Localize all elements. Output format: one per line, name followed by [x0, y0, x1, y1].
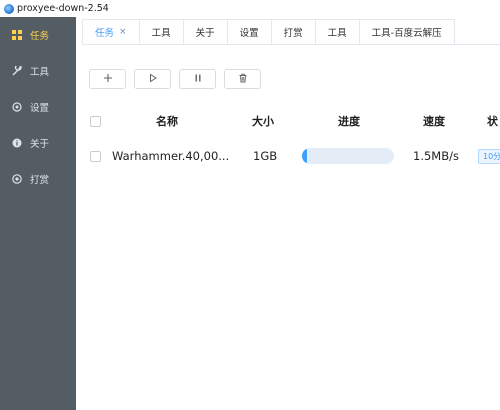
select-all-checkbox[interactable] [90, 110, 101, 132]
sidebar-item-tasks[interactable]: 任务 [0, 17, 76, 53]
close-icon[interactable]: × [119, 27, 127, 37]
column-header-progress: 进度 [338, 115, 360, 128]
tab-label: 打赏 [283, 28, 303, 39]
task-size: 1GB [253, 149, 278, 163]
task-speed: 1.5MB/s [413, 149, 459, 163]
tab-bar: 任务 × 工具 关于 设置 打赏 工具 工具-百度云解压 [82, 19, 455, 45]
pause-icon [193, 73, 203, 86]
table-row[interactable]: Warhammer.40,00... 1GB 1.5MB/s 10分 [82, 145, 500, 167]
play-icon [148, 73, 158, 86]
tab-about[interactable]: 关于 [183, 20, 228, 44]
tab-label: 关于 [195, 28, 215, 39]
sidebar-item-label: 工具 [30, 67, 50, 78]
trash-icon [238, 73, 248, 86]
sidebar-item-settings[interactable]: 设置 [0, 89, 76, 125]
grid-icon [12, 30, 22, 40]
column-header-status: 状 [487, 115, 498, 128]
tab-tools[interactable]: 工具 [139, 20, 184, 44]
circle-dot-icon [12, 174, 22, 184]
tab-tools-2[interactable]: 工具 [315, 20, 360, 44]
tab-label: 工具-百度云解压 [371, 28, 442, 39]
app-logo-icon [4, 3, 14, 14]
toolbar [89, 69, 261, 89]
tab-label: 工具 [151, 28, 171, 39]
sidebar-item-label: 打赏 [30, 175, 50, 186]
plus-icon [103, 73, 113, 86]
checkbox[interactable] [90, 115, 101, 127]
checkbox[interactable] [90, 150, 101, 162]
sidebar-item-label: 任务 [30, 31, 50, 42]
tab-label: 工具 [327, 28, 347, 39]
sidebar-item-label: 设置 [30, 103, 50, 114]
add-button[interactable] [89, 69, 126, 89]
task-status-cell: 10分 [478, 145, 500, 167]
sidebar-item-label: 关于 [30, 139, 50, 150]
wrench-icon [12, 66, 22, 76]
tab-divider [82, 44, 500, 45]
window-titlebar: proxyee-down-2.54 [0, 0, 500, 17]
row-checkbox-cell[interactable] [90, 145, 101, 167]
sidebar: 任务 工具 设置 关于 打赏 [0, 17, 76, 410]
sidebar-item-about[interactable]: 关于 [0, 125, 76, 161]
tab-label: 任务 [95, 27, 115, 39]
tab-donate[interactable]: 打赏 [271, 20, 316, 44]
task-name: Warhammer.40,00... [112, 149, 230, 163]
delete-button[interactable] [224, 69, 261, 89]
status-badge: 10分 [478, 148, 500, 164]
window-title: proxyee-down-2.54 [17, 3, 109, 14]
tab-settings[interactable]: 设置 [227, 20, 272, 44]
task-progress [302, 145, 394, 167]
tab-tasks[interactable]: 任务 × [83, 20, 140, 44]
column-header-speed: 速度 [423, 115, 445, 128]
column-header-size: 大小 [252, 115, 274, 128]
info-icon [12, 138, 22, 148]
table-header: 名称 大小 进度 速度 状 [82, 110, 500, 132]
tab-baidu-unzip[interactable]: 工具-百度云解压 [359, 20, 455, 44]
column-header-name: 名称 [156, 115, 178, 128]
tab-label: 设置 [239, 28, 259, 39]
start-button[interactable] [134, 69, 171, 89]
progress-bar-fill [302, 148, 307, 164]
sidebar-item-tools[interactable]: 工具 [0, 53, 76, 89]
sidebar-item-donate[interactable]: 打赏 [0, 161, 76, 197]
settings-icon [12, 102, 22, 112]
pause-button[interactable] [179, 69, 216, 89]
progress-bar [302, 148, 394, 164]
